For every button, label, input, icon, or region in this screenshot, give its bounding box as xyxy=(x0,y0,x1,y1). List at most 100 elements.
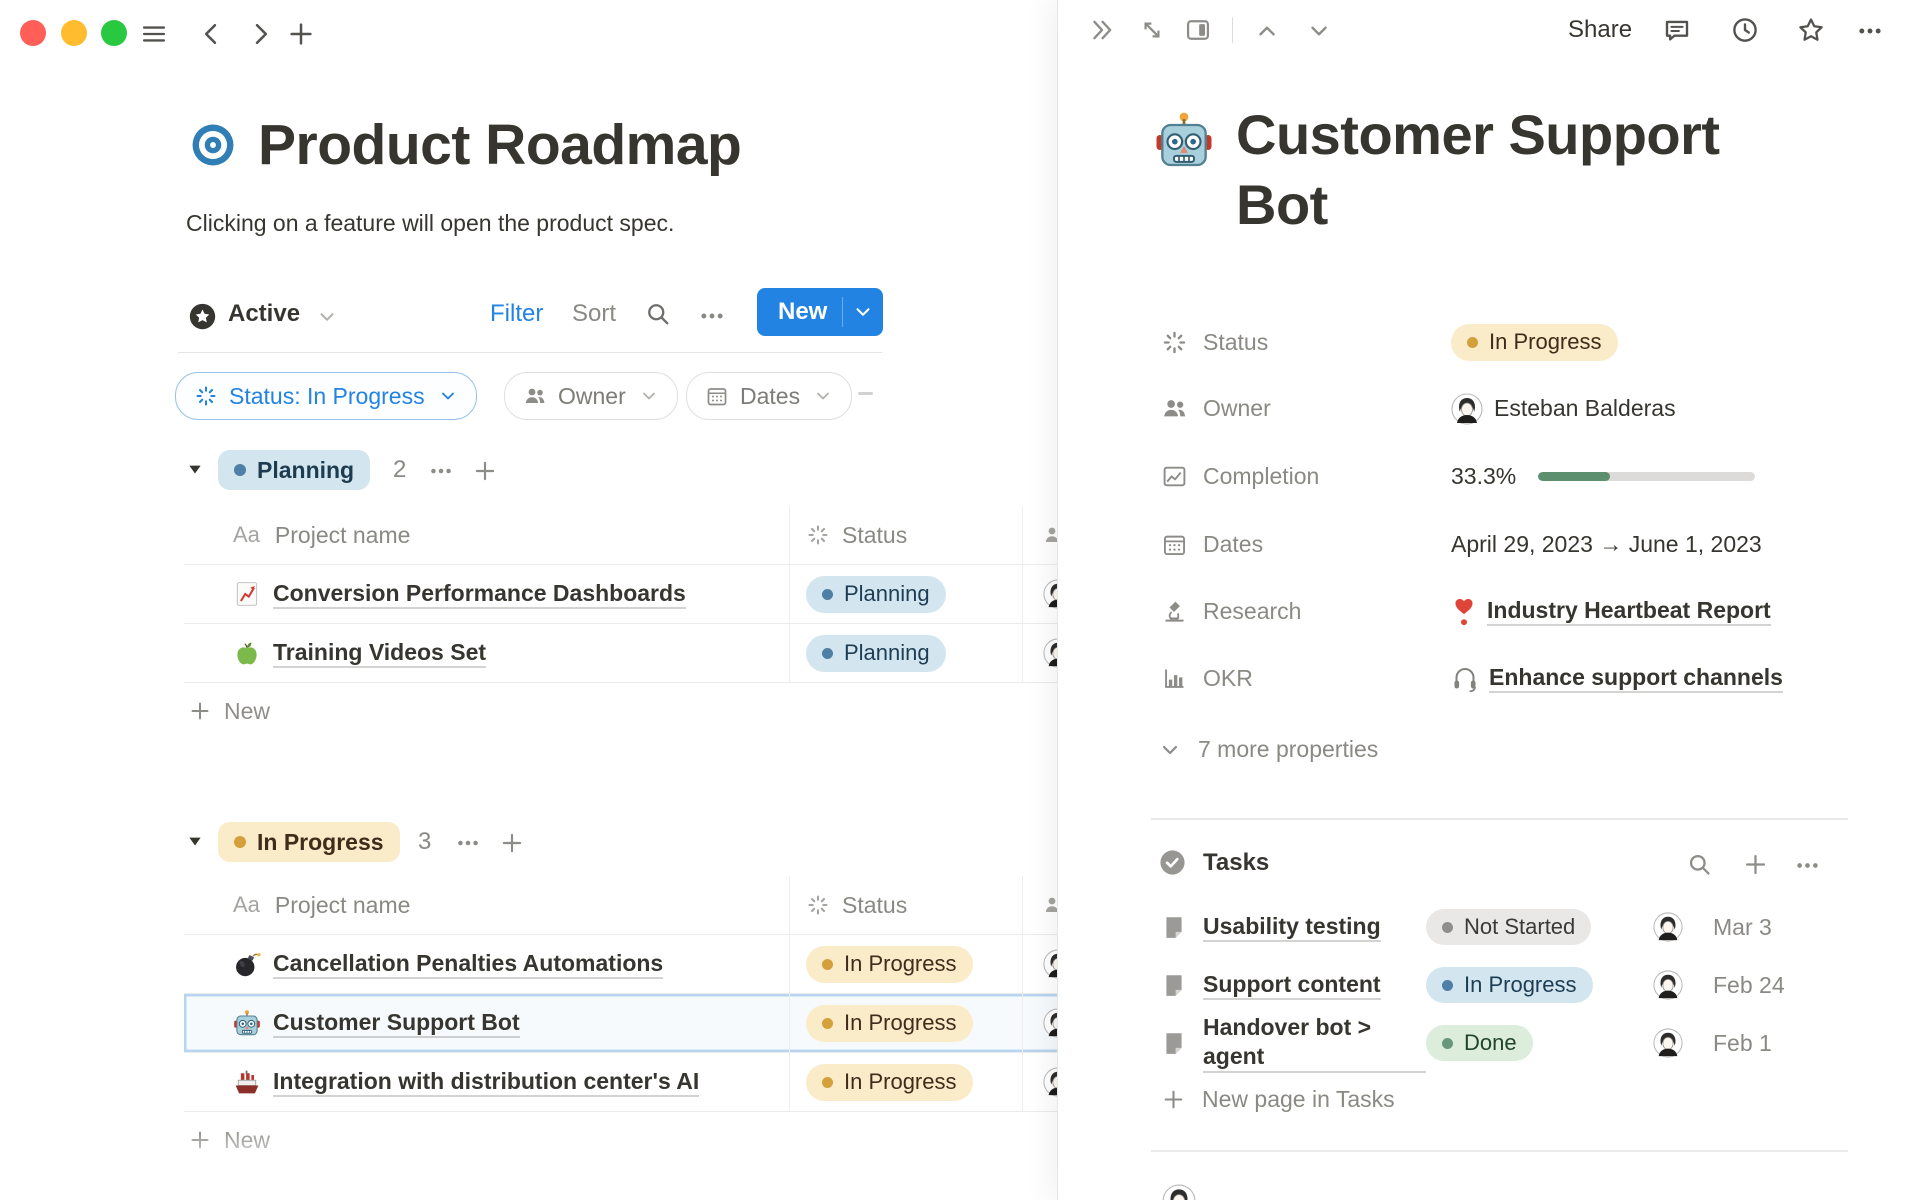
filter-chip-dates[interactable]: Dates xyxy=(686,372,852,420)
column-header-name[interactable]: Project name xyxy=(275,892,411,919)
status-pill[interactable]: In Progress xyxy=(806,946,973,983)
status-pill[interactable]: Planning xyxy=(806,576,946,613)
project-link[interactable]: Training Videos Set xyxy=(273,638,486,669)
new-button-chevron-icon[interactable] xyxy=(843,301,883,323)
new-tab-icon[interactable] xyxy=(286,19,316,49)
page-icon-target[interactable] xyxy=(190,122,236,168)
owner-value[interactable]: Esteban Balderas xyxy=(1451,393,1676,423)
calendar-icon xyxy=(1161,531,1188,558)
task-row[interactable]: Handover bot > agent Done Feb 1 xyxy=(1161,1014,1881,1072)
filter-chip-status[interactable]: Status: In Progress xyxy=(175,372,477,420)
research-value[interactable]: Industry Heartbeat Report xyxy=(1451,595,1771,627)
view-star-icon xyxy=(188,302,217,331)
group-more-icon[interactable] xyxy=(428,458,454,484)
column-header-name[interactable]: Project name xyxy=(275,522,411,549)
more-options-icon[interactable] xyxy=(1856,17,1884,45)
more-properties-toggle[interactable]: 7 more properties xyxy=(1158,736,1378,763)
completion-value[interactable]: 33.3% xyxy=(1451,463,1755,490)
share-button[interactable]: Share xyxy=(1568,16,1632,44)
text-property-icon: Aa xyxy=(233,892,260,918)
task-row[interactable]: Usability testing Not Started Mar 3 xyxy=(1161,898,1881,956)
group-collapse-triangle-icon[interactable] xyxy=(186,832,204,850)
group-add-icon[interactable] xyxy=(499,830,525,856)
page-title: Customer Support Bot xyxy=(1236,100,1756,240)
dates-value[interactable]: April 29, 2023 → June 1, 2023 xyxy=(1451,531,1762,558)
page-icon xyxy=(1161,972,1187,998)
tasks-section-header: Tasks xyxy=(1158,848,1269,877)
new-button[interactable]: New xyxy=(757,288,883,336)
task-date: Mar 3 xyxy=(1713,914,1772,941)
next-page-icon[interactable] xyxy=(1306,18,1332,44)
calendar-icon xyxy=(705,384,729,408)
new-page-in-tasks-button[interactable]: New page in Tasks xyxy=(1161,1086,1395,1113)
open-full-page-icon[interactable] xyxy=(1138,16,1166,44)
close-side-peek-icon[interactable] xyxy=(1088,16,1116,44)
group-add-icon[interactable] xyxy=(472,458,498,484)
chevron-down-icon xyxy=(639,386,659,406)
status-pill[interactable]: Planning xyxy=(806,635,946,672)
tasks-add-icon[interactable] xyxy=(1742,851,1769,878)
filter-button[interactable]: Filter xyxy=(490,300,543,328)
column-header-status[interactable]: Status xyxy=(842,892,907,919)
task-date: Feb 1 xyxy=(1713,1030,1772,1057)
status-value[interactable]: In Progress xyxy=(1451,324,1618,361)
property-row-status: Status In Progress xyxy=(1161,310,1881,374)
group-more-icon[interactable] xyxy=(455,830,481,856)
page-icon-robot[interactable] xyxy=(1154,110,1214,170)
section-divider xyxy=(1151,1150,1848,1152)
tasks-search-icon[interactable] xyxy=(1686,851,1713,878)
chart-increasing-icon xyxy=(233,580,261,608)
view-tab-active[interactable]: Active xyxy=(228,300,300,328)
task-status-pill[interactable]: Done xyxy=(1426,1025,1533,1061)
task-status-pill[interactable]: In Progress xyxy=(1426,967,1593,1003)
sort-button[interactable]: Sort xyxy=(572,300,616,328)
completion-progress-fill xyxy=(1538,472,1610,481)
back-icon[interactable] xyxy=(198,20,226,48)
more-options-icon[interactable] xyxy=(698,302,726,330)
task-status-pill[interactable]: Not Started xyxy=(1426,909,1591,945)
plus-icon xyxy=(1161,1087,1186,1112)
text-property-icon: Aa xyxy=(233,522,260,548)
view-chevron-down-icon[interactable] xyxy=(316,306,338,328)
task-link[interactable]: Support content xyxy=(1203,970,1381,1001)
history-clock-icon[interactable] xyxy=(1730,15,1760,45)
task-row[interactable]: Support content In Progress Feb 24 xyxy=(1161,956,1881,1014)
avatar xyxy=(1653,970,1683,1000)
tasks-more-icon[interactable] xyxy=(1794,852,1821,879)
avatar xyxy=(1653,912,1683,942)
add-filter-hint[interactable] xyxy=(858,392,873,395)
menu-icon[interactable] xyxy=(140,20,168,48)
window-close-button[interactable] xyxy=(20,20,46,46)
favorite-star-icon[interactable] xyxy=(1796,15,1826,45)
okr-value[interactable]: Enhance support channels xyxy=(1451,663,1783,694)
group-label-in-progress[interactable]: In Progress xyxy=(218,822,400,862)
ship-icon xyxy=(233,1068,261,1096)
tasks-title[interactable]: Tasks xyxy=(1203,849,1269,877)
side-peek-panel: Share Customer Support Bot Status In Pro… xyxy=(1057,0,1920,1200)
previous-page-icon[interactable] xyxy=(1254,18,1280,44)
side-peek-mode-icon[interactable] xyxy=(1184,16,1212,44)
window-zoom-button[interactable] xyxy=(101,20,127,46)
status-pill[interactable]: In Progress xyxy=(806,1064,973,1101)
project-link[interactable]: Conversion Performance Dashboards xyxy=(273,579,686,610)
status-pill[interactable]: In Progress xyxy=(806,1005,973,1042)
group-dot xyxy=(234,836,246,848)
window-minimize-button[interactable] xyxy=(61,20,87,46)
project-link[interactable]: Cancellation Penalties Automations xyxy=(273,949,663,980)
comments-icon[interactable] xyxy=(1662,15,1692,45)
column-header-status[interactable]: Status xyxy=(842,522,907,549)
group-label-planning[interactable]: Planning xyxy=(218,450,370,490)
group-count: 3 xyxy=(418,828,431,856)
task-date: Feb 24 xyxy=(1713,972,1785,999)
forward-icon[interactable] xyxy=(246,20,274,48)
project-link[interactable]: Integration with distribution center's A… xyxy=(273,1067,699,1098)
task-link[interactable]: Handover bot > agent xyxy=(1203,1013,1426,1073)
avatar xyxy=(1451,393,1481,423)
filter-chip-owner[interactable]: Owner xyxy=(504,372,678,420)
chevron-down-icon xyxy=(813,386,833,406)
search-icon[interactable] xyxy=(644,300,672,328)
task-link[interactable]: Usability testing xyxy=(1203,912,1381,943)
avatar xyxy=(1653,1028,1683,1058)
group-collapse-triangle-icon[interactable] xyxy=(186,460,204,478)
project-link[interactable]: Customer Support Bot xyxy=(273,1008,520,1039)
